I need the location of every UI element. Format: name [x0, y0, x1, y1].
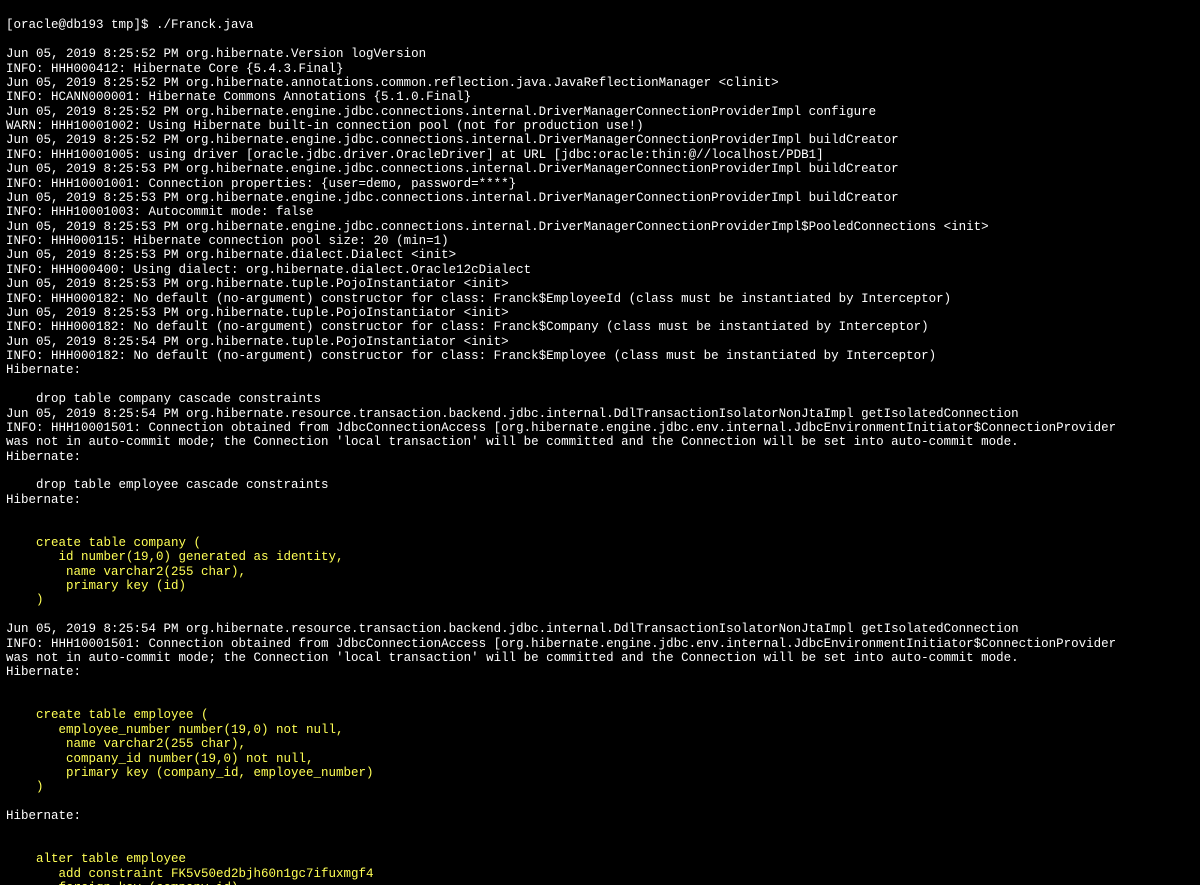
- terminal-line: add constraint FK5v50ed2bjh60n1gc7ifuxmg…: [6, 867, 1194, 881]
- terminal-line: Hibernate:: [6, 809, 1194, 823]
- terminal-line: employee_number number(19,0) not null,: [6, 723, 1194, 737]
- terminal-line: Jun 05, 2019 8:25:52 PM org.hibernate.en…: [6, 105, 1194, 119]
- terminal-line: was not in auto-commit mode; the Connect…: [6, 651, 1194, 665]
- terminal-line: INFO: HCANN000001: Hibernate Commons Ann…: [6, 90, 1194, 104]
- terminal-line: Hibernate:: [6, 665, 1194, 679]
- terminal-line: ): [6, 780, 1194, 794]
- terminal-line: [6, 507, 1194, 521]
- terminal-line: Jun 05, 2019 8:25:54 PM org.hibernate.re…: [6, 622, 1194, 636]
- terminal-line: [6, 680, 1194, 694]
- terminal-line: create table company (: [6, 536, 1194, 550]
- terminal-line: name varchar2(255 char),: [6, 565, 1194, 579]
- terminal-line: Jun 05, 2019 8:25:52 PM org.hibernate.en…: [6, 133, 1194, 147]
- sql-create-company: create table company ( id number(19,0) g…: [6, 536, 1194, 608]
- terminal-line: INFO: HHH10001501: Connection obtained f…: [6, 421, 1194, 435]
- terminal-line: INFO: HHH000182: No default (no-argument…: [6, 349, 1194, 363]
- log-lines: Jun 05, 2019 8:25:54 PM org.hibernate.re…: [6, 622, 1194, 694]
- terminal-line: INFO: HHH10001501: Connection obtained f…: [6, 637, 1194, 651]
- terminal-line: Hibernate:: [6, 363, 1194, 377]
- terminal-line: foreign key (company_id): [6, 881, 1194, 885]
- terminal-line: primary key (id): [6, 579, 1194, 593]
- terminal-line: Jun 05, 2019 8:25:53 PM org.hibernate.tu…: [6, 306, 1194, 320]
- terminal-line: Hibernate:: [6, 493, 1194, 507]
- terminal-line: drop table employee cascade constraints: [6, 478, 1194, 492]
- terminal-line: [6, 823, 1194, 837]
- terminal-line: was not in auto-commit mode; the Connect…: [6, 435, 1194, 449]
- sql-alter-employee: alter table employee add constraint FK5v…: [6, 852, 1194, 885]
- terminal-line: Jun 05, 2019 8:25:54 PM org.hibernate.tu…: [6, 335, 1194, 349]
- terminal-line: INFO: HHH000182: No default (no-argument…: [6, 320, 1194, 334]
- terminal-line: INFO: HHH000115: Hibernate connection po…: [6, 234, 1194, 248]
- terminal-line: company_id number(19,0) not null,: [6, 752, 1194, 766]
- terminal-line: INFO: HHH000400: Using dialect: org.hibe…: [6, 263, 1194, 277]
- terminal-line: alter table employee: [6, 852, 1194, 866]
- terminal-line: Jun 05, 2019 8:25:52 PM org.hibernate.an…: [6, 76, 1194, 90]
- prompt-line: [oracle@db193 tmp]$ ./Franck.java: [6, 18, 1194, 32]
- terminal-line: INFO: HHH000412: Hibernate Core {5.4.3.F…: [6, 62, 1194, 76]
- terminal-line: Jun 05, 2019 8:25:53 PM org.hibernate.en…: [6, 191, 1194, 205]
- terminal-line: Jun 05, 2019 8:25:53 PM org.hibernate.tu…: [6, 277, 1194, 291]
- terminal-line: INFO: HHH10001003: Autocommit mode: fals…: [6, 205, 1194, 219]
- terminal-line: create table employee (: [6, 708, 1194, 722]
- terminal-line: INFO: HHH10001001: Connection properties…: [6, 177, 1194, 191]
- terminal-line: Jun 05, 2019 8:25:54 PM org.hibernate.re…: [6, 407, 1194, 421]
- sql-create-employee: create table employee ( employee_number …: [6, 708, 1194, 794]
- terminal-line: primary key (company_id, employee_number…: [6, 766, 1194, 780]
- terminal-line: WARN: HHH10001002: Using Hibernate built…: [6, 119, 1194, 133]
- log-lines: Jun 05, 2019 8:25:52 PM org.hibernate.Ve…: [6, 47, 1194, 521]
- terminal-line: name varchar2(255 char),: [6, 737, 1194, 751]
- terminal-line: Hibernate:: [6, 450, 1194, 464]
- terminal-line: ): [6, 593, 1194, 607]
- terminal-line: Jun 05, 2019 8:25:52 PM org.hibernate.Ve…: [6, 47, 1194, 61]
- terminal-line: [6, 378, 1194, 392]
- terminal-line: Jun 05, 2019 8:25:53 PM org.hibernate.en…: [6, 220, 1194, 234]
- terminal[interactable]: [oracle@db193 tmp]$ ./Franck.java Jun 05…: [0, 0, 1200, 885]
- terminal-line: drop table company cascade constraints: [6, 392, 1194, 406]
- terminal-line: Jun 05, 2019 8:25:53 PM org.hibernate.di…: [6, 248, 1194, 262]
- log-lines: Hibernate:: [6, 809, 1194, 838]
- terminal-line: id number(19,0) generated as identity,: [6, 550, 1194, 564]
- terminal-line: [6, 464, 1194, 478]
- terminal-line: INFO: HHH10001005: using driver [oracle.…: [6, 148, 1194, 162]
- terminal-line: Jun 05, 2019 8:25:53 PM org.hibernate.en…: [6, 162, 1194, 176]
- terminal-line: INFO: HHH000182: No default (no-argument…: [6, 292, 1194, 306]
